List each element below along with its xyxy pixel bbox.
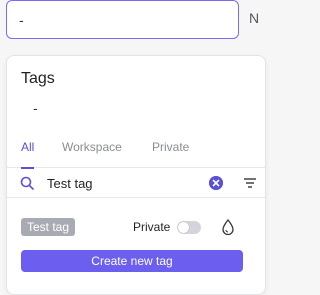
tab-all[interactable]: All xyxy=(21,138,35,169)
clear-icon[interactable] xyxy=(209,176,223,190)
tag-scope-tabs: All Workspace Private xyxy=(7,138,265,169)
next-column-label: N xyxy=(249,10,260,26)
color-drop-icon[interactable] xyxy=(221,219,235,235)
tag-chip[interactable]: Test tag xyxy=(21,218,76,236)
tag-picker-panel: Tags - All Workspace Private Test tag Pr… xyxy=(6,55,266,295)
property-value-text: - xyxy=(19,12,24,28)
create-new-tag-button[interactable]: Create new tag xyxy=(21,250,243,272)
toggle-knob xyxy=(178,222,189,233)
tag-search-row xyxy=(7,168,265,198)
filter-icon[interactable] xyxy=(244,178,256,188)
panel-title: Tags xyxy=(21,70,55,87)
tag-result-row[interactable]: Test tag Private xyxy=(7,214,265,240)
private-toggle[interactable] xyxy=(177,221,201,234)
tab-private[interactable]: Private xyxy=(152,138,189,168)
tab-workspace[interactable]: Workspace xyxy=(62,138,122,168)
current-tag-value: - xyxy=(33,100,38,116)
private-label: Private xyxy=(133,220,171,234)
tag-search-input[interactable] xyxy=(47,173,197,193)
search-icon xyxy=(20,176,34,190)
property-value-field[interactable]: - xyxy=(6,0,239,39)
